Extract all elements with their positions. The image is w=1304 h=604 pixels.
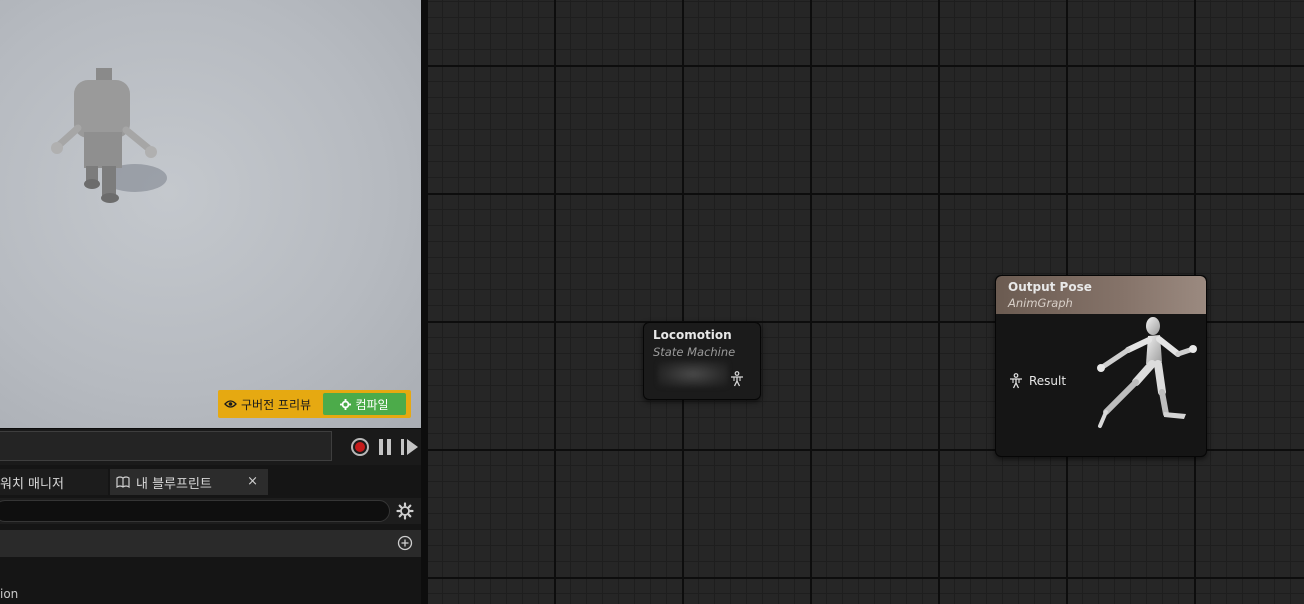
- list-item[interactable]: ion: [0, 587, 18, 601]
- section-header-row: [0, 530, 421, 557]
- compile-label: 컴파일: [355, 397, 389, 412]
- close-tab-button[interactable]: ×: [247, 474, 258, 489]
- node-header: Locomotion State Machine: [644, 323, 760, 364]
- pause-icon: [387, 439, 391, 455]
- legacy-preview-toggle[interactable]: 구버전 프리뷰: [218, 390, 324, 418]
- anim-graph-canvas[interactable]: Locomotion State Machine Output Pose Ani…: [427, 0, 1304, 604]
- viewport[interactable]: 구버전 프리뷰 컴파일: [0, 0, 421, 428]
- record-button[interactable]: [351, 438, 369, 456]
- panel-tab-bar: 워치 매니저 내 블루프린트 ×: [0, 469, 421, 495]
- output-pose-node[interactable]: Output Pose AnimGraph Result: [995, 275, 1207, 457]
- pause-icon: [379, 439, 383, 455]
- node-header: Output Pose AnimGraph: [996, 276, 1206, 314]
- pose-pin-icon: [1010, 373, 1022, 389]
- add-circle-icon[interactable]: [397, 535, 413, 551]
- search-input[interactable]: [0, 500, 390, 522]
- tab-my-blueprint[interactable]: 내 블루프린트 ×: [110, 469, 268, 495]
- gear-icon: [340, 398, 352, 410]
- my-blueprint-panel: 워치 매니저 내 블루프린트 × ion: [0, 465, 421, 604]
- record-icon: [355, 442, 365, 452]
- tab-watch-manager[interactable]: 워치 매니저: [0, 469, 108, 495]
- running-mannequin-icon: [1097, 317, 1197, 428]
- step-forward-button[interactable]: [401, 439, 419, 455]
- pin-label: Result: [1029, 374, 1067, 388]
- node-title: Output Pose: [1008, 280, 1092, 294]
- pause-button[interactable]: [378, 439, 392, 455]
- state-machine-node[interactable]: Locomotion State Machine: [643, 322, 761, 400]
- node-title: Locomotion: [653, 328, 732, 342]
- legacy-preview-label: 구버전 프리뷰: [241, 397, 312, 412]
- result-pin[interactable]: Result: [1009, 373, 1066, 389]
- preview-banner: 구버전 프리뷰 컴파일: [218, 390, 411, 418]
- timeline-scrubber[interactable]: [0, 431, 332, 461]
- tab-label: 내 블루프린트: [136, 476, 212, 492]
- mannequin-preview: [51, 68, 167, 203]
- node-subtitle: AnimGraph: [1008, 296, 1073, 310]
- compile-button[interactable]: 컴파일: [323, 393, 406, 415]
- node-subtitle: State Machine: [653, 345, 736, 359]
- state-machine-preview: [658, 361, 728, 387]
- eye-icon: [224, 400, 237, 408]
- pose-pin-icon[interactable]: [730, 371, 744, 387]
- book-icon: [116, 476, 130, 488]
- settings-gear-icon[interactable]: [396, 502, 414, 520]
- search-row: [0, 498, 421, 524]
- playback-bar: [0, 428, 421, 465]
- tab-label: 워치 매니저: [0, 476, 64, 492]
